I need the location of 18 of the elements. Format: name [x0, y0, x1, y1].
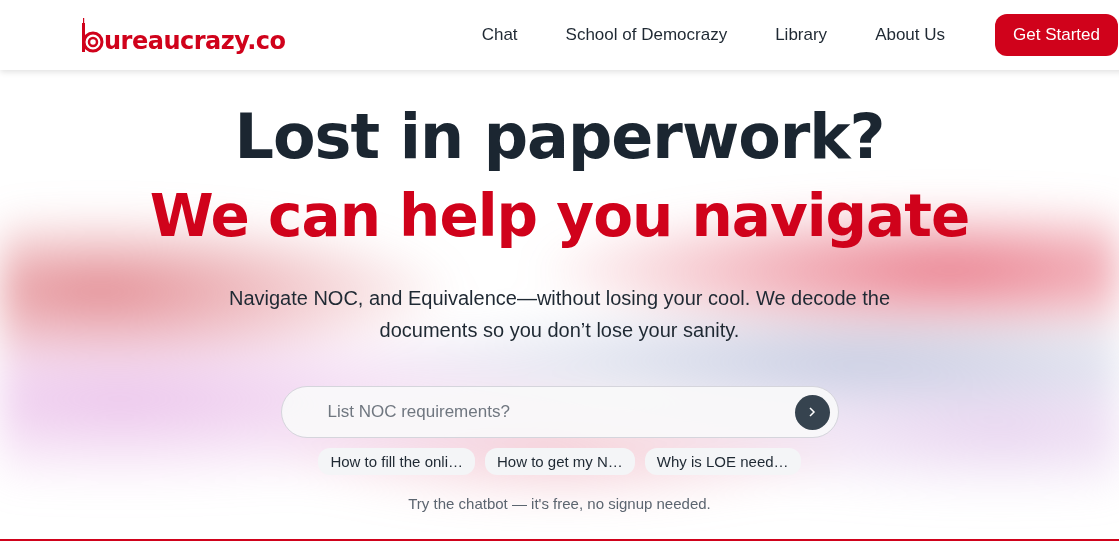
chat-box[interactable]: List NOC requirements? [280, 386, 839, 438]
hero-description: Navigate NOC, and Equivalence—without losing your cool. We decode the documents so you don’t lose your sanity. [227, 286, 892, 343]
suggestion-chip[interactable]: How to fill the onli… [318, 448, 475, 475]
chevron-icon [807, 406, 817, 418]
send-button[interactable] [794, 394, 830, 430]
logo-text: ureaucrazy.co [104, 29, 286, 53]
suggestion-chip[interactable]: How to get my N… [485, 448, 635, 475]
chat-input[interactable]: List NOC requirements? [325, 401, 795, 423]
hero-subtitle: We can help you navigate [149, 181, 970, 252]
chatbot-note: Try the chatbot — it's free, no signup needed. [408, 495, 711, 512]
nav-link[interactable]: School of Democrazy [565, 25, 728, 45]
suggestion-chip[interactable]: Why is LOE need… [644, 448, 801, 475]
hero-title: Lost in paperwork? [234, 99, 885, 175]
nav-link[interactable]: Chat [481, 25, 518, 45]
get-started-button[interactable]: Get Started [995, 14, 1118, 56]
nav-link[interactable]: Library [775, 25, 828, 45]
logo-icon [80, 17, 104, 53]
nav-link[interactable]: About Us [875, 25, 946, 45]
